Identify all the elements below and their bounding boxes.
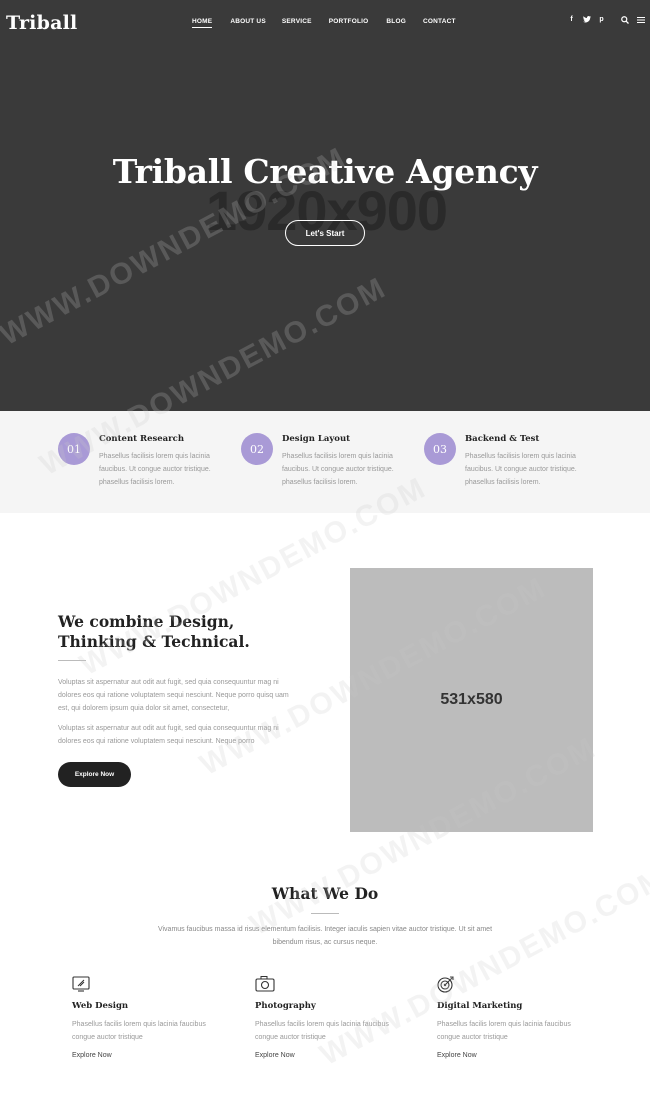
hero-title: Triball Creative Agency — [112, 152, 538, 191]
service-title: Photography — [255, 1001, 316, 1011]
camera-icon — [255, 975, 275, 993]
feature-title: Backend & Test — [465, 434, 540, 444]
feature-title: Content Research — [99, 434, 185, 444]
explore-now-button[interactable]: Explore Now — [58, 762, 131, 787]
divider — [58, 660, 86, 661]
step-number: 01 — [58, 433, 90, 465]
what-we-do-description: Vivamus faucibus massa id risus elementu… — [157, 926, 493, 946]
search-icon[interactable] — [621, 16, 629, 26]
twitter-icon[interactable] — [583, 16, 591, 25]
service-text: Phasellus facilis lorem quis lacinia fau… — [437, 1021, 571, 1041]
social-links: f p — [568, 16, 605, 25]
service-text: Phasellus facilis lorem quis lacinia fau… — [255, 1021, 389, 1041]
facebook-icon[interactable]: f — [568, 16, 575, 25]
step-number: 02 — [241, 433, 273, 465]
service-explore-link[interactable]: Explore Now — [255, 1052, 295, 1059]
web-design-icon — [72, 975, 90, 993]
nav-home[interactable]: HOME — [192, 18, 213, 28]
service-title: Digital Marketing — [437, 1001, 523, 1011]
features-strip: 01 Content Research Phasellus facilisis … — [0, 411, 650, 513]
step-number: 03 — [424, 433, 456, 465]
hero-section: Triball HOME ABOUT US SERVICE PORTFOLIO … — [0, 0, 650, 411]
about-paragraph: Voluptas sit aspernatur aut odit aut fug… — [58, 679, 289, 712]
nav-service[interactable]: SERVICE — [282, 18, 312, 28]
about-paragraph: Voluptas sit aspernatur aut odit aut fug… — [58, 725, 279, 745]
lets-start-button[interactable]: Let's Start — [285, 220, 365, 246]
pinterest-icon[interactable]: p — [598, 16, 605, 25]
target-icon — [437, 975, 455, 993]
logo[interactable]: Triball — [6, 12, 77, 34]
nav-blog[interactable]: BLOG — [386, 18, 406, 28]
menu-icon[interactable] — [637, 16, 645, 26]
service-explore-link[interactable]: Explore Now — [437, 1052, 477, 1059]
feature-text: Phasellus facilisis lorem quis lacinia f… — [465, 453, 577, 486]
about-image-placeholder: 531x580 — [350, 568, 593, 832]
header-tools — [621, 16, 645, 26]
service-title: Web Design — [72, 1001, 129, 1011]
feature-text: Phasellus facilisis lorem quis lacinia f… — [282, 453, 394, 486]
main-nav: HOME ABOUT US SERVICE PORTFOLIO BLOG CON… — [192, 18, 456, 28]
about-title: We combine Design, Thinking & Technical. — [58, 612, 250, 651]
divider — [311, 913, 339, 914]
nav-contact[interactable]: CONTACT — [423, 18, 456, 28]
nav-portfolio[interactable]: PORTFOLIO — [329, 18, 369, 28]
feature-title: Design Layout — [282, 434, 351, 444]
what-we-do-title: What We Do — [271, 884, 379, 903]
feature-text: Phasellus facilisis lorem quis lacinia f… — [99, 453, 211, 486]
nav-about-us[interactable]: ABOUT US — [230, 18, 266, 28]
service-explore-link[interactable]: Explore Now — [72, 1052, 112, 1059]
service-text: Phasellus facilis lorem quis lacinia fau… — [72, 1021, 206, 1041]
